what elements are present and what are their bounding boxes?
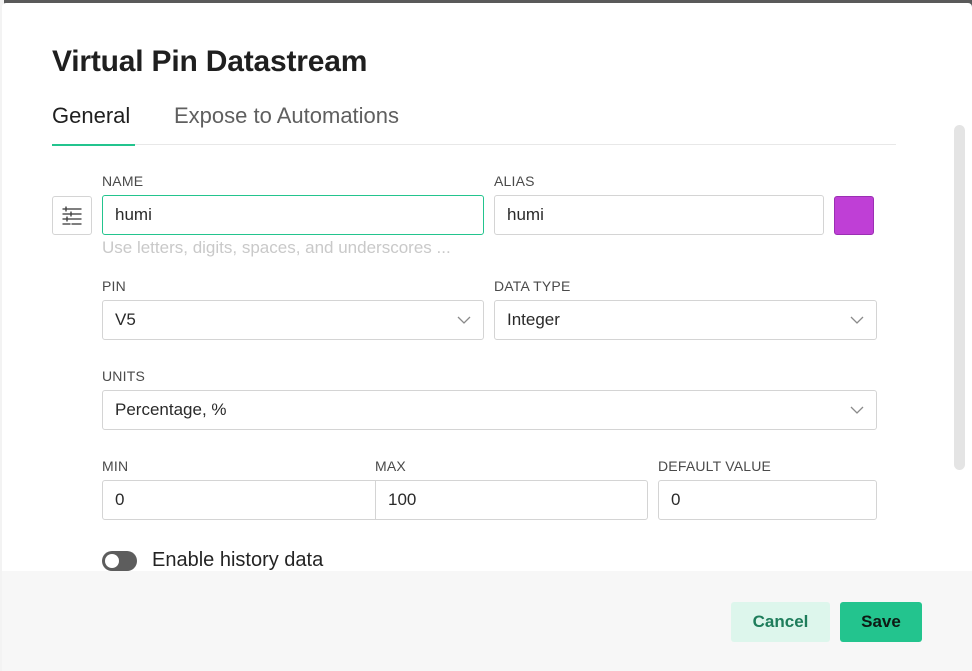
max-label: MAX [375, 458, 406, 474]
name-value: humi [115, 205, 152, 224]
chevron-down-icon [850, 403, 864, 417]
tab-bar: General Expose to Automations [52, 99, 896, 146]
min-label: MIN [102, 458, 129, 474]
toggle-knob [105, 553, 119, 568]
data-type-select[interactable]: Integer [494, 300, 877, 340]
dialog-footer: Cancel Save [2, 571, 972, 671]
name-hint: Use letters, digits, spaces, and undersc… [102, 238, 451, 257]
pin-value: V5 [115, 310, 136, 329]
datastream-dialog: Virtual Pin Datastream General Expose to… [2, 3, 972, 671]
max-value: 100 [388, 490, 417, 509]
alias-input[interactable]: humi [494, 195, 824, 235]
units-select[interactable]: Percentage, % [102, 390, 877, 430]
save-button[interactable]: Save [840, 602, 922, 642]
history-toggle-label: Enable history data [152, 549, 324, 571]
name-input[interactable]: humi [102, 195, 484, 235]
name-label: NAME [102, 173, 144, 189]
default-value-input[interactable]: 0 [658, 480, 877, 520]
alias-label: ALIAS [494, 173, 535, 189]
scrollbar[interactable] [954, 125, 965, 470]
min-input[interactable]: 0 [102, 480, 376, 520]
dialog-title: Virtual Pin Datastream [52, 45, 368, 78]
history-toggle[interactable] [102, 550, 137, 571]
chevron-down-icon [850, 313, 864, 327]
units-value: Percentage, % [115, 400, 227, 419]
min-value: 0 [115, 490, 125, 509]
tab-general[interactable]: General [52, 103, 130, 129]
datastream-settings-button[interactable] [52, 196, 92, 235]
data-type-label: DATA TYPE [494, 278, 571, 294]
tab-expose-to-automations[interactable]: Expose to Automations [174, 103, 399, 129]
history-toggle-row: Enable history data [102, 549, 323, 572]
default-value-label: DEFAULT VALUE [658, 458, 772, 474]
active-tab-indicator [52, 144, 135, 146]
data-type-value: Integer [507, 310, 560, 329]
cancel-button[interactable]: Cancel [731, 602, 830, 642]
color-swatch[interactable] [834, 196, 874, 235]
units-label: UNITS [102, 368, 145, 384]
pin-label: PIN [102, 278, 126, 294]
pin-select[interactable]: V5 [102, 300, 484, 340]
sliders-icon [62, 205, 82, 225]
chevron-down-icon [457, 313, 471, 327]
alias-value: humi [507, 205, 544, 224]
default-value-value: 0 [671, 490, 681, 509]
max-input[interactable]: 100 [375, 480, 648, 520]
